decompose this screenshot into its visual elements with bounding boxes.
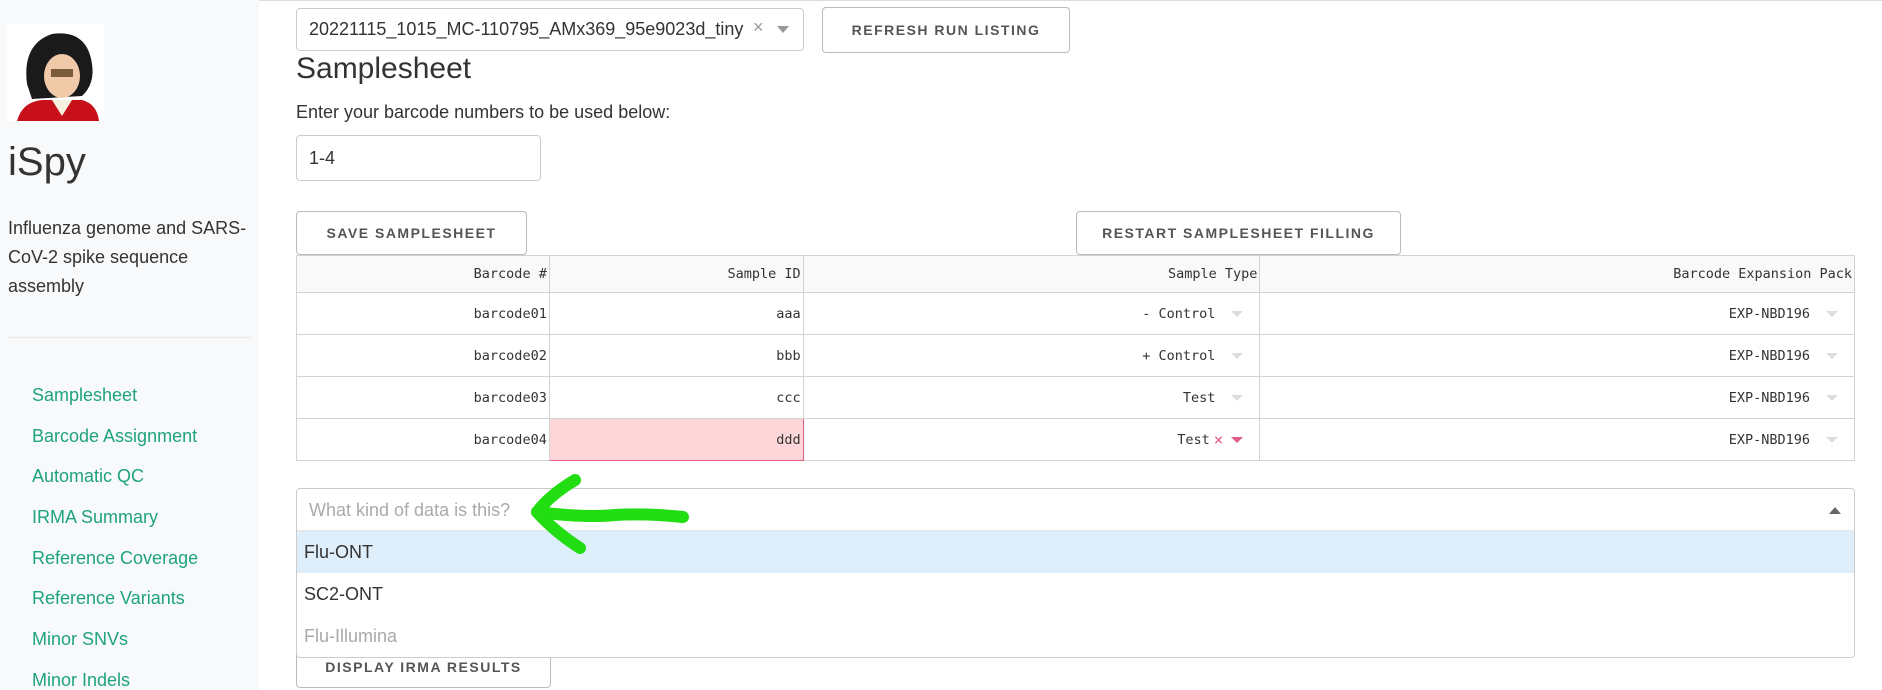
expansion-pack-value: EXP-NBD196: [1728, 305, 1810, 322]
chevron-down-icon[interactable]: [1826, 310, 1838, 317]
sample-type-cell[interactable]: - Control: [802, 292, 1261, 335]
save-samplesheet-button[interactable]: SAVE SAMPLESHEET: [296, 211, 527, 255]
chevron-down-icon[interactable]: [1231, 352, 1244, 359]
restart-samplesheet-button[interactable]: RESTART SAMPLESHEET FILLING: [1076, 211, 1401, 255]
sample-type-value: - Control: [1142, 305, 1216, 322]
chevron-up-icon[interactable]: [1829, 507, 1841, 514]
table-header-row: Barcode # Sample ID Sample Type Barcode …: [296, 255, 1855, 293]
data-type-option-sc2-ont[interactable]: SC2-ONT: [297, 573, 1854, 615]
chevron-down-icon[interactable]: [1231, 310, 1244, 317]
table-row: barcode04 ddd Test × EXP-NBD196: [296, 418, 1855, 461]
sample-id-cell[interactable]: aaa: [548, 292, 804, 335]
chevron-down-icon[interactable]: [1826, 394, 1838, 401]
column-header-barcode: Barcode #: [296, 255, 550, 293]
samplesheet-table: Barcode # Sample ID Sample Type Barcode …: [296, 255, 1855, 461]
barcode-numbers-input[interactable]: [296, 135, 541, 181]
sample-type-cell[interactable]: Test ×: [802, 418, 1261, 461]
table-row: barcode02 bbb + Control EXP-NBD196: [296, 334, 1855, 377]
barcode-cell: barcode03: [296, 376, 550, 419]
sample-type-value: + Control: [1142, 347, 1216, 364]
sample-id-cell-invalid[interactable]: ddd: [548, 418, 804, 461]
expansion-pack-value: EXP-NBD196: [1728, 431, 1810, 448]
column-header-expansion-pack: Barcode Expansion Pack: [1259, 255, 1855, 293]
barcode-cell: barcode02: [296, 334, 550, 377]
top-divider: [259, 0, 1882, 1]
sidebar-nav: Samplesheet Barcode Assignment Automatic…: [32, 385, 198, 690]
sample-id-cell[interactable]: ccc: [548, 376, 804, 419]
chevron-down-icon[interactable]: [1231, 436, 1244, 443]
close-icon[interactable]: ×: [1214, 430, 1224, 449]
expansion-pack-cell[interactable]: EXP-NBD196: [1259, 334, 1855, 377]
nav-item-reference-variants[interactable]: Reference Variants: [32, 588, 198, 629]
sample-type-cell[interactable]: Test: [802, 376, 1261, 419]
run-select[interactable]: 20221115_1015_MC-110795_AMx369_95e9023d_…: [296, 8, 804, 51]
expansion-pack-value: EXP-NBD196: [1728, 389, 1810, 406]
barcode-prompt-label: Enter your barcode numbers to be used be…: [296, 102, 671, 122]
page-title: Samplesheet: [296, 52, 472, 85]
app-title: iSpy: [8, 140, 86, 184]
table-row: barcode01 aaa - Control EXP-NBD196: [296, 292, 1855, 335]
data-type-placeholder: What kind of data is this?: [309, 500, 511, 520]
sidebar: iSpy Influenza genome and SARS-CoV-2 spi…: [0, 0, 259, 690]
app-description: Influenza genome and SARS-CoV-2 spike se…: [8, 218, 247, 296]
barcode-cell: barcode01: [296, 292, 550, 335]
sample-id-cell[interactable]: bbb: [548, 334, 804, 377]
expansion-pack-cell[interactable]: EXP-NBD196: [1259, 292, 1855, 335]
expansion-pack-cell[interactable]: EXP-NBD196: [1259, 376, 1855, 419]
nav-item-reference-coverage[interactable]: Reference Coverage: [32, 548, 198, 589]
arrow-left-icon: [531, 474, 689, 554]
refresh-run-listing-button[interactable]: REFRESH RUN LISTING: [822, 7, 1070, 53]
table-row: barcode03 ccc Test EXP-NBD196: [296, 376, 1855, 419]
nav-item-irma-summary[interactable]: IRMA Summary: [32, 507, 198, 548]
sample-type-value: Test: [1182, 389, 1216, 406]
close-icon[interactable]: ×: [753, 17, 764, 38]
sample-type-value: Test: [1177, 431, 1210, 448]
sample-type-cell[interactable]: + Control: [802, 334, 1261, 377]
app-logo: [7, 24, 104, 121]
run-select-value: 20221115_1015_MC-110795_AMx369_95e9023d_…: [309, 19, 744, 39]
chevron-down-icon[interactable]: [1231, 394, 1244, 401]
column-header-sample-id: Sample ID: [548, 255, 804, 293]
nav-item-samplesheet[interactable]: Samplesheet: [32, 385, 198, 426]
barcode-cell: barcode04: [296, 418, 550, 461]
data-type-option-flu-illumina: Flu-Illumina: [304, 626, 398, 646]
nav-item-minor-snvs[interactable]: Minor SNVs: [32, 629, 198, 670]
sidebar-divider: [8, 337, 251, 338]
nav-item-minor-indels[interactable]: Minor Indels: [32, 670, 198, 690]
chevron-down-icon[interactable]: [1826, 436, 1838, 443]
nav-item-automatic-qc[interactable]: Automatic QC: [32, 466, 198, 507]
chevron-down-icon[interactable]: [777, 26, 789, 33]
chevron-down-icon[interactable]: [1826, 352, 1838, 359]
expansion-pack-value: EXP-NBD196: [1728, 347, 1810, 364]
expansion-pack-cell[interactable]: EXP-NBD196: [1259, 418, 1855, 461]
nav-item-barcode-assignment[interactable]: Barcode Assignment: [32, 426, 198, 467]
column-header-sample-type: Sample Type: [802, 255, 1261, 293]
